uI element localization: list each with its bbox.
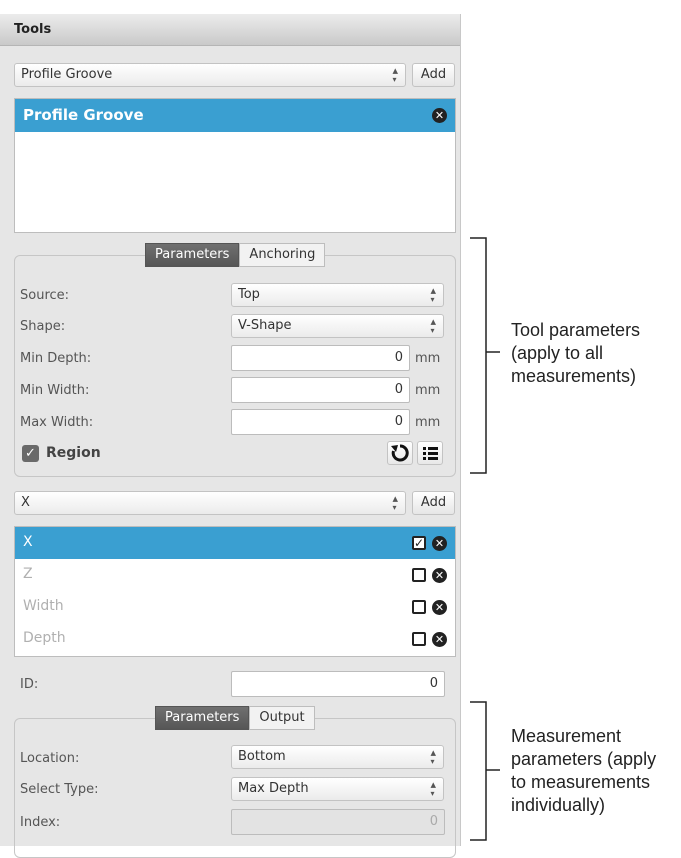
measurement-params-annotation: Measurement parameters (apply to measure…: [511, 725, 656, 817]
annotation-line: parameters (apply: [511, 749, 657, 769]
annotation-brackets: [470, 237, 500, 841]
tool-params-bracket: [470, 237, 487, 474]
annotation-line: Measurement: [511, 726, 622, 746]
tool-params-annotation: Tool parameters (apply to all measuremen…: [511, 319, 640, 388]
annotation-line: (apply to all: [511, 343, 604, 363]
measurement-params-bracket: [470, 701, 487, 841]
annotation-line: measurements): [511, 366, 637, 386]
annotation-line: to measurements: [511, 772, 651, 792]
annotation-line: individually): [511, 795, 606, 815]
annotation-line: Tool parameters: [511, 320, 641, 340]
